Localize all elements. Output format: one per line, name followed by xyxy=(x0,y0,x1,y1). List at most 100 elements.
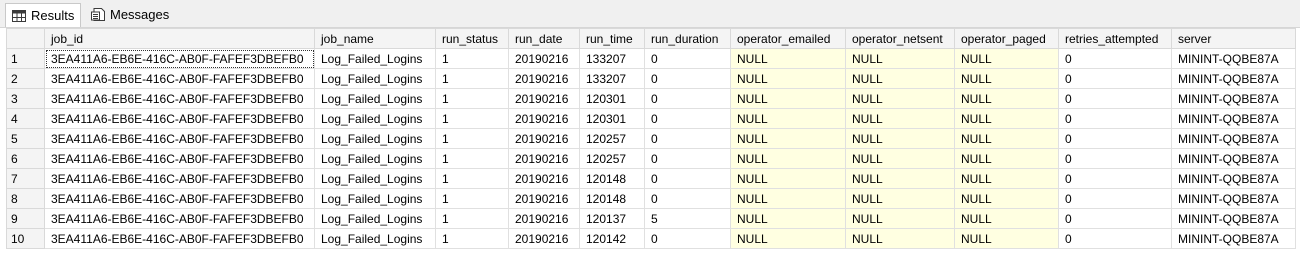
grid-cell[interactable]: 1 xyxy=(435,108,509,129)
grid-cell[interactable]: MININT-QQBE87A xyxy=(1171,88,1296,109)
grid-cell[interactable]: 0 xyxy=(644,228,731,249)
grid-cell[interactable]: 3EA411A6-EB6E-416C-AB0F-FAFEF3DBEFB0 xyxy=(44,148,315,169)
grid-cell[interactable]: 3EA411A6-EB6E-416C-AB0F-FAFEF3DBEFB0 xyxy=(44,128,315,149)
row-number-cell[interactable]: 5 xyxy=(6,128,45,149)
table-row[interactable]: 1 3EA411A6-EB6E-416C-AB0F-FAFEF3DBEFB0 Log… xyxy=(6,48,1296,69)
column-header[interactable]: operator_paged xyxy=(954,28,1059,49)
grid-cell[interactable]: NULL xyxy=(845,208,955,229)
table-row[interactable]: 10 3EA411A6-EB6E-416C-AB0F-FAFEF3DBEFB0 Lo… xyxy=(6,228,1296,249)
grid-cell[interactable]: 120137 xyxy=(579,208,645,229)
grid-cell[interactable]: 0 xyxy=(644,48,731,69)
grid-cell[interactable]: 0 xyxy=(1058,228,1172,249)
grid-cell[interactable]: 3EA411A6-EB6E-416C-AB0F-FAFEF3DBEFB0 xyxy=(44,108,315,129)
grid-cell[interactable]: 3EA411A6-EB6E-416C-AB0F-FAFEF3DBEFB0 xyxy=(44,208,315,229)
grid-cell[interactable]: 120148 xyxy=(579,168,645,189)
grid-cell[interactable]: 0 xyxy=(1058,148,1172,169)
grid-cell[interactable]: 120257 xyxy=(579,128,645,149)
grid-cell[interactable]: NULL xyxy=(845,168,955,189)
grid-cell[interactable]: 20190216 xyxy=(508,88,580,109)
grid-cell[interactable]: NULL xyxy=(954,68,1059,89)
grid-cell[interactable]: NULL xyxy=(730,168,846,189)
table-row[interactable]: 3 3EA411A6-EB6E-416C-AB0F-FAFEF3DBEFB0 Log… xyxy=(6,88,1296,109)
column-header[interactable]: job_id xyxy=(44,28,315,49)
grid-cell[interactable]: NULL xyxy=(954,228,1059,249)
grid-cell[interactable]: NULL xyxy=(954,128,1059,149)
grid-cell[interactable]: 20190216 xyxy=(508,128,580,149)
grid-cell[interactable]: 20190216 xyxy=(508,68,580,89)
grid-cell[interactable]: 0 xyxy=(1058,68,1172,89)
grid-cell[interactable]: Log_Failed_Logins xyxy=(314,68,436,89)
grid-cell[interactable]: MININT-QQBE87A xyxy=(1171,108,1296,129)
table-row[interactable]: 4 3EA411A6-EB6E-416C-AB0F-FAFEF3DBEFB0 Log… xyxy=(6,108,1296,129)
column-header[interactable]: job_name xyxy=(314,28,436,49)
grid-cell[interactable]: 1 xyxy=(435,208,509,229)
grid-cell[interactable]: 0 xyxy=(1058,48,1172,69)
column-header[interactable]: run_duration xyxy=(644,28,731,49)
column-header[interactable]: run_status xyxy=(435,28,509,49)
grid-cell[interactable]: NULL xyxy=(730,188,846,209)
grid-cell[interactable]: 1 xyxy=(435,48,509,69)
grid-cell[interactable]: NULL xyxy=(954,108,1059,129)
grid-cell[interactable]: 5 xyxy=(644,208,731,229)
row-number-cell[interactable]: 9 xyxy=(6,208,45,229)
column-header[interactable]: server xyxy=(1171,28,1296,49)
grid-cell[interactable]: 3EA411A6-EB6E-416C-AB0F-FAFEF3DBEFB0 xyxy=(44,188,315,209)
grid-cell[interactable]: 0 xyxy=(644,88,731,109)
row-number-cell[interactable]: 10 xyxy=(6,228,45,249)
grid-cell[interactable]: NULL xyxy=(954,48,1059,69)
grid-cell[interactable]: NULL xyxy=(730,228,846,249)
grid-cell[interactable]: 0 xyxy=(1058,128,1172,149)
grid-cell[interactable]: 20190216 xyxy=(508,228,580,249)
grid-cell[interactable]: 3EA411A6-EB6E-416C-AB0F-FAFEF3DBEFB0 xyxy=(44,88,315,109)
grid-cell[interactable]: NULL xyxy=(730,108,846,129)
table-row[interactable]: 8 3EA411A6-EB6E-416C-AB0F-FAFEF3DBEFB0 Log… xyxy=(6,188,1296,209)
row-number-cell[interactable]: 6 xyxy=(6,148,45,169)
grid-cell[interactable]: MININT-QQBE87A xyxy=(1171,208,1296,229)
grid-cell[interactable]: Log_Failed_Logins xyxy=(314,88,436,109)
table-row[interactable]: 2 3EA411A6-EB6E-416C-AB0F-FAFEF3DBEFB0 Log… xyxy=(6,68,1296,89)
grid-cell[interactable]: Log_Failed_Logins xyxy=(314,208,436,229)
grid-cell[interactable]: NULL xyxy=(845,48,955,69)
grid-cell[interactable]: NULL xyxy=(845,88,955,109)
row-number-cell[interactable]: 8 xyxy=(6,188,45,209)
row-number-cell[interactable]: 2 xyxy=(6,68,45,89)
grid-cell[interactable]: NULL xyxy=(845,108,955,129)
grid-cell[interactable]: 1 xyxy=(435,68,509,89)
results-grid-container[interactable]: job_id job_name run_status run_date run_… xyxy=(6,28,1300,262)
row-number-header[interactable] xyxy=(6,28,45,49)
grid-cell[interactable]: MININT-QQBE87A xyxy=(1171,148,1296,169)
row-number-cell[interactable]: 4 xyxy=(6,108,45,129)
tab-results[interactable]: Results xyxy=(5,3,82,27)
grid-cell[interactable]: 0 xyxy=(1058,108,1172,129)
grid-cell[interactable]: 20190216 xyxy=(508,148,580,169)
grid-cell[interactable]: 3EA411A6-EB6E-416C-AB0F-FAFEF3DBEFB0 xyxy=(44,68,315,89)
tab-messages[interactable]: Messages xyxy=(84,3,176,25)
grid-cell[interactable]: Log_Failed_Logins xyxy=(314,128,436,149)
grid-cell[interactable]: NULL xyxy=(730,148,846,169)
grid-cell[interactable]: NULL xyxy=(730,128,846,149)
column-header[interactable]: operator_emailed xyxy=(730,28,846,49)
grid-cell[interactable]: 0 xyxy=(644,168,731,189)
grid-cell[interactable]: 0 xyxy=(1058,168,1172,189)
grid-cell[interactable]: Log_Failed_Logins xyxy=(314,48,436,69)
grid-cell[interactable]: 120301 xyxy=(579,108,645,129)
column-header[interactable]: run_date xyxy=(508,28,580,49)
grid-cell[interactable]: NULL xyxy=(845,128,955,149)
grid-cell[interactable]: MININT-QQBE87A xyxy=(1171,228,1296,249)
grid-cell[interactable]: 0 xyxy=(1058,208,1172,229)
grid-cell[interactable]: 1 xyxy=(435,148,509,169)
grid-cell[interactable]: NULL xyxy=(845,68,955,89)
grid-cell[interactable]: 120142 xyxy=(579,228,645,249)
grid-cell[interactable]: NULL xyxy=(730,48,846,69)
grid-cell[interactable]: 1 xyxy=(435,188,509,209)
grid-cell[interactable]: Log_Failed_Logins xyxy=(314,228,436,249)
table-row[interactable]: 5 3EA411A6-EB6E-416C-AB0F-FAFEF3DBEFB0 Log… xyxy=(6,128,1296,149)
grid-cell[interactable]: 0 xyxy=(644,108,731,129)
grid-cell[interactable]: 0 xyxy=(1058,88,1172,109)
grid-cell[interactable]: Log_Failed_Logins xyxy=(314,108,436,129)
grid-cell[interactable]: 20190216 xyxy=(508,208,580,229)
table-row[interactable]: 7 3EA411A6-EB6E-416C-AB0F-FAFEF3DBEFB0 Log… xyxy=(6,168,1296,189)
grid-cell[interactable]: NULL xyxy=(730,88,846,109)
grid-cell[interactable]: 0 xyxy=(644,188,731,209)
grid-cell[interactable]: Log_Failed_Logins xyxy=(314,148,436,169)
